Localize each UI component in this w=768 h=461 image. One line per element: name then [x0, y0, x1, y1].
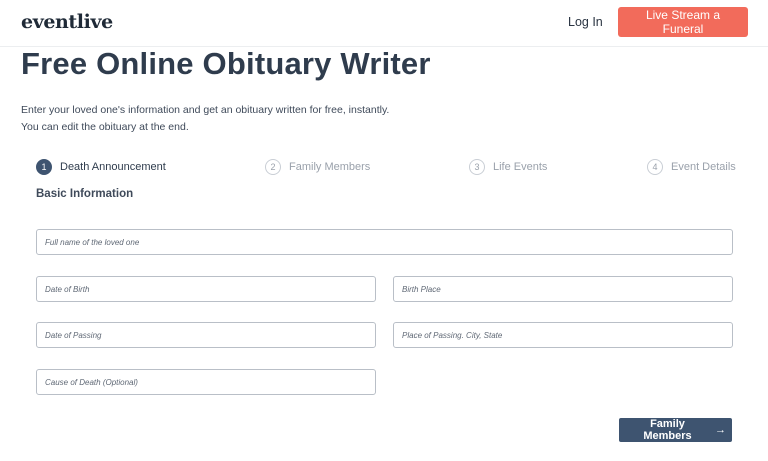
step-label: Life Events: [493, 161, 548, 173]
step-number-badge: 3: [469, 159, 485, 175]
intro-line-2: You can edit the obituary at the end.: [21, 121, 189, 133]
date-of-birth-input[interactable]: [36, 276, 376, 302]
live-stream-funeral-button[interactable]: Live Stream a Funeral: [618, 7, 748, 37]
step-label: Event Details: [671, 161, 736, 173]
step-number-badge: 4: [647, 159, 663, 175]
step-label: Death Announcement: [60, 161, 166, 173]
step-number-badge: 2: [265, 159, 281, 175]
section-heading: Basic Information: [36, 188, 134, 200]
birth-place-input[interactable]: [393, 276, 733, 302]
step-family-members[interactable]: 2 Family Members: [265, 158, 370, 176]
step-death-announcement[interactable]: 1 Death Announcement: [36, 158, 166, 176]
eventlive-logo[interactable]: eventlive: [21, 11, 113, 33]
cause-of-death-input[interactable]: [36, 369, 376, 395]
step-event-details[interactable]: 4 Event Details: [647, 158, 736, 176]
next-family-members-button[interactable]: Family Members →: [619, 418, 732, 442]
step-number-badge: 1: [36, 159, 52, 175]
date-of-passing-input[interactable]: [36, 322, 376, 348]
intro-text: Enter your loved one's information and g…: [21, 102, 389, 136]
login-link[interactable]: Log In: [568, 15, 603, 29]
arrow-right-icon: →: [715, 424, 726, 436]
step-label: Family Members: [289, 161, 371, 173]
site-header: eventlive Log In Live Stream a Funeral: [0, 0, 768, 47]
intro-line-1: Enter your loved one's information and g…: [21, 104, 390, 116]
place-of-passing-input[interactable]: [393, 322, 733, 348]
next-button-label: Family Members: [643, 418, 692, 442]
full-name-input[interactable]: [36, 229, 733, 255]
page-title: Free Online Obituary Writer: [21, 46, 431, 81]
step-life-events[interactable]: 3 Life Events: [469, 158, 547, 176]
